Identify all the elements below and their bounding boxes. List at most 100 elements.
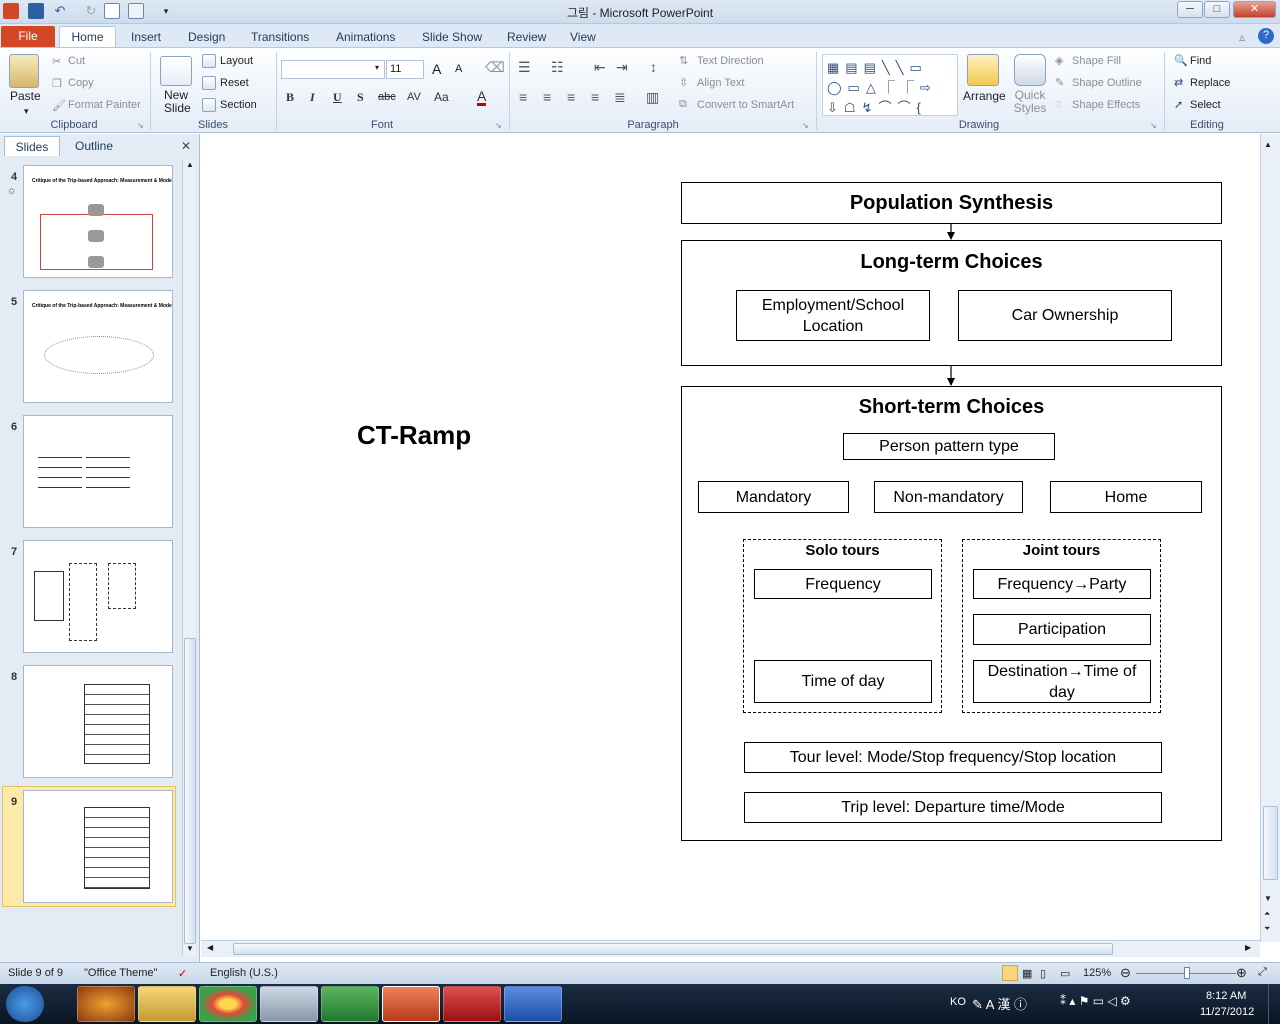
joint-frequency-party-box[interactable]: Frequency→Party	[973, 569, 1151, 599]
shrink-font-button[interactable]: A	[455, 63, 462, 75]
tab-slides[interactable]: Slides	[4, 136, 60, 156]
excel-taskbar-icon[interactable]	[321, 986, 379, 1022]
paste-button[interactable]: Paste	[10, 89, 41, 103]
acrobat-taskbar-icon[interactable]	[443, 986, 501, 1022]
scroll-up-icon[interactable]: ▲	[184, 160, 196, 172]
powerpoint-taskbar-icon[interactable]	[382, 986, 440, 1022]
zoom-out-icon[interactable]: ⊖	[1120, 965, 1131, 981]
clock-time[interactable]: 8:12 AM	[1206, 990, 1246, 1002]
align-center-icon[interactable]: ≡	[543, 89, 551, 105]
tab-outline[interactable]: Outline	[62, 136, 126, 156]
distributed-icon[interactable]: ≣	[614, 89, 626, 106]
spellcheck-icon[interactable]: ✓	[178, 967, 187, 980]
shapes-gallery[interactable]: ▦▤▤╲╲▭ ◯▭△⎾⎾⇨ ⇩☖↯⌒⌒{	[822, 54, 958, 116]
shape-fill-button[interactable]: Shape Fill	[1072, 55, 1121, 67]
theme-name[interactable]: "Office Theme"	[84, 967, 157, 979]
shape-effects-button[interactable]: Shape Effects	[1072, 99, 1140, 111]
tab-transitions[interactable]: Transitions	[251, 28, 309, 48]
slide-vertical-scrollbar[interactable]: ▲ ▼ ⏶ ⏷	[1260, 134, 1280, 942]
close-button[interactable]: ✕	[1233, 1, 1276, 18]
font-name-dropdown-icon[interactable]: ▾	[375, 63, 379, 72]
language-indicator[interactable]: English (U.S.)	[210, 967, 278, 979]
shadow-button[interactable]: S	[357, 90, 364, 105]
slide-thumbnail-9[interactable]	[23, 790, 173, 903]
previous-slide-icon[interactable]: ⏶	[1264, 909, 1270, 919]
align-left-icon[interactable]: ≡	[519, 89, 527, 105]
slide-thumbnail-6[interactable]	[23, 415, 173, 528]
find-button[interactable]: Find	[1190, 55, 1211, 67]
align-text-button[interactable]: Align Text	[697, 77, 745, 89]
slide-sorter-icon[interactable]: ▦	[1022, 967, 1032, 980]
columns-icon[interactable]: ▥	[646, 89, 659, 106]
slide-thumbnail-5[interactable]: Critique of the Trip-based Approach: Mea…	[23, 290, 173, 403]
strikethrough-button[interactable]: abc	[378, 91, 396, 103]
italic-button[interactable]: I	[310, 90, 315, 105]
horizontal-scroll-thumb[interactable]	[233, 943, 1113, 955]
panel-scrollbar[interactable]: ▲ ▼	[182, 160, 196, 956]
trip-level-box[interactable]: Trip level: Departure time/Mode	[744, 792, 1162, 823]
character-spacing-button[interactable]: AV	[407, 91, 421, 103]
reading-view-icon[interactable]: ▯	[1040, 967, 1046, 980]
scroll-left-icon[interactable]: ◀	[207, 943, 213, 952]
line-spacing-icon[interactable]: ↕	[650, 59, 657, 75]
clipboard-launcher-icon[interactable]: ↘	[137, 121, 144, 130]
clear-formatting-icon[interactable]: ⌫	[485, 59, 505, 76]
tab-view[interactable]: View	[570, 28, 596, 48]
decrease-indent-icon[interactable]: ⇤	[594, 59, 606, 76]
next-slide-icon[interactable]: ⏷	[1264, 924, 1270, 934]
tour-level-box[interactable]: Tour level: Mode/Stop frequency/Stop loc…	[744, 742, 1162, 773]
population-synthesis-box[interactable]: Population Synthesis	[681, 182, 1222, 224]
quick-styles-icon[interactable]	[1014, 54, 1046, 86]
zoom-in-icon[interactable]: ⊕	[1236, 965, 1247, 981]
layout-button[interactable]: Layout	[220, 55, 253, 67]
tab-design[interactable]: Design	[188, 28, 225, 48]
tab-animations[interactable]: Animations	[336, 28, 395, 48]
slide-thumbnail-7[interactable]	[23, 540, 173, 653]
bullets-icon[interactable]: ☰	[518, 59, 531, 76]
grow-font-button[interactable]: A	[432, 61, 441, 77]
section-button[interactable]: Section	[220, 99, 257, 111]
text-direction-button[interactable]: Text Direction	[697, 55, 764, 67]
close-panel-icon[interactable]: ✕	[178, 136, 194, 156]
bold-button[interactable]: B	[286, 90, 294, 105]
normal-view-icon[interactable]	[1002, 965, 1018, 981]
quick-styles-button[interactable]: Quick Styles	[1011, 89, 1049, 115]
convert-smartart-button[interactable]: Convert to SmartArt	[697, 99, 794, 111]
minimize-button[interactable]: ─	[1177, 1, 1203, 18]
chrome-taskbar-icon[interactable]	[199, 986, 257, 1022]
maximize-button[interactable]: □	[1204, 1, 1230, 18]
car-ownership-box[interactable]: Car Ownership	[958, 290, 1172, 341]
joint-destination-time-box[interactable]: Destination→Time of day	[973, 660, 1151, 703]
arrange-button[interactable]: Arrange	[963, 89, 1006, 103]
tray-icons[interactable]: ⁑ ▴ ⚑ ▭ ◁ ⚙	[1060, 994, 1131, 1008]
shape-outline-button[interactable]: Shape Outline	[1072, 77, 1142, 89]
increase-indent-icon[interactable]: ⇥	[616, 59, 628, 76]
font-name-field[interactable]	[281, 60, 385, 79]
tab-review[interactable]: Review	[507, 28, 546, 48]
drawing-launcher-icon[interactable]: ↘	[1150, 121, 1157, 130]
scroll-down-icon[interactable]: ▼	[1264, 894, 1272, 903]
underline-button[interactable]: U	[333, 90, 342, 105]
ime-icons[interactable]: ✎ A 漢 ⓘ	[972, 994, 1027, 1013]
format-painter-button[interactable]: Format Painter	[68, 99, 141, 111]
tab-insert[interactable]: Insert	[131, 28, 161, 48]
tab-file[interactable]: File	[1, 26, 55, 47]
firefox-taskbar-icon[interactable]	[77, 986, 135, 1022]
new-slide-button[interactable]: New Slide	[164, 89, 192, 115]
slide-canvas[interactable]: CT-Ramp Population Synthesis Long-term C…	[201, 134, 1260, 942]
calculator-taskbar-icon[interactable]	[260, 986, 318, 1022]
slideshow-view-icon[interactable]: ▭	[1060, 967, 1070, 980]
home-box[interactable]: Home	[1050, 481, 1202, 513]
slide-horizontal-scrollbar[interactable]: ◀ ▶	[201, 940, 1260, 957]
cut-button[interactable]: Cut	[68, 55, 85, 67]
solo-time-of-day-box[interactable]: Time of day	[754, 660, 932, 703]
start-button-icon[interactable]	[6, 986, 44, 1022]
align-right-icon[interactable]: ≡	[567, 89, 575, 105]
scroll-up-icon[interactable]: ▲	[1264, 140, 1272, 149]
paste-dropdown-icon[interactable]: ▾	[24, 106, 29, 117]
zoom-slider-thumb[interactable]	[1184, 967, 1190, 979]
employment-school-location-box[interactable]: Employment/School Location	[736, 290, 930, 341]
clock-date[interactable]: 11/27/2012	[1200, 1006, 1254, 1018]
show-desktop-button[interactable]	[1268, 984, 1280, 1024]
mandatory-box[interactable]: Mandatory	[698, 481, 849, 513]
